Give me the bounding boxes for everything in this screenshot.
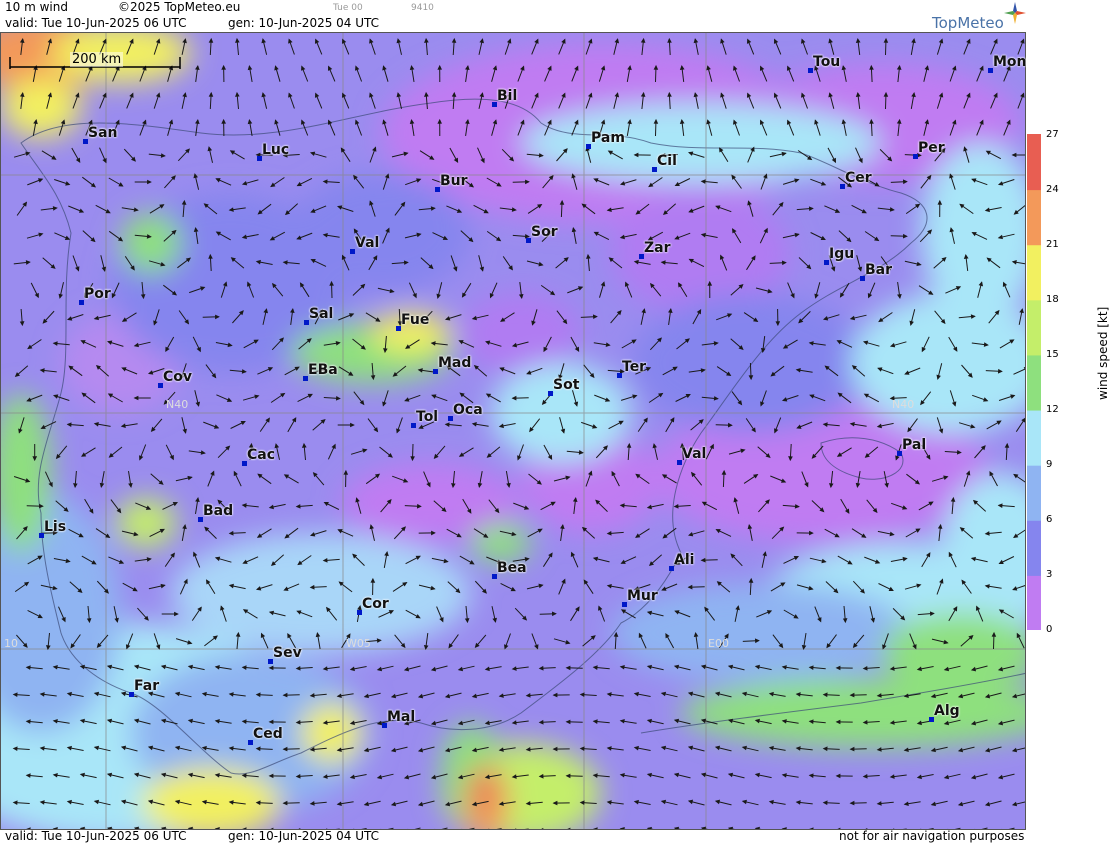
city-label: Mad — [438, 355, 472, 371]
legend-tick-label: 6 — [1046, 514, 1053, 525]
colorbar-segment — [1027, 464, 1041, 521]
lon-label-w10: 10 — [4, 637, 18, 650]
footer-notice: not for air navigation purposes — [839, 829, 1025, 843]
city-label: Cov — [163, 369, 193, 385]
city-label: EBa — [308, 362, 338, 378]
wind-arrow-head — [619, 826, 625, 829]
lon-label-w05: W05 — [346, 637, 371, 650]
colorbar-segment — [1027, 574, 1041, 630]
legend-tick-label: 12 — [1046, 404, 1059, 415]
wind-arrow-head — [187, 826, 193, 829]
wind-map[interactable] — [0, 32, 1026, 830]
city-label: Mon — [993, 54, 1027, 70]
legend-tick-label: 3 — [1046, 569, 1053, 580]
legend-tick-label: 21 — [1046, 239, 1059, 250]
city-label: San — [88, 125, 118, 141]
wind-arrow — [524, 828, 529, 829]
legend-tick-label: 9 — [1046, 459, 1053, 470]
wind-arrow-head — [781, 827, 787, 829]
city-label: Cer — [845, 170, 872, 186]
city-label: Bil — [497, 88, 518, 104]
legend-tick-label: 0 — [1046, 624, 1053, 635]
generated-time: gen: 10-Jun-2025 04 UTC — [228, 16, 380, 30]
footer-valid-time: valid: Tue 10-Jun-2025 06 UTC — [5, 829, 187, 843]
city-label: Tol — [416, 409, 439, 425]
legend-tick-label: 27 — [1046, 129, 1059, 140]
city-label: Ali — [674, 552, 695, 568]
wind-arrow — [809, 828, 813, 829]
legend-tick-label: 24 — [1046, 184, 1059, 195]
run-label: Tue 00 — [333, 3, 363, 13]
wind-arrow-head — [754, 826, 760, 829]
compass-icon — [1004, 2, 1026, 24]
city-label: Per — [918, 140, 945, 156]
city-label: Sor — [531, 224, 558, 240]
lon-label-e00: E00 — [708, 637, 729, 650]
scale-bar-label: 200 km — [70, 52, 124, 67]
wind-arrow-head — [514, 828, 517, 829]
topmeteo-logo[interactable]: TopMeteo — [932, 14, 1004, 32]
colorbar-segment — [1027, 299, 1041, 356]
city-label: Tou — [813, 54, 841, 70]
legend-tick-label: 18 — [1046, 294, 1059, 305]
wind-arrow — [593, 828, 597, 829]
city-label: Val — [355, 235, 380, 251]
valid-time: valid: Tue 10-Jun-2025 06 UTC — [5, 16, 187, 30]
city-label: Alg — [934, 703, 960, 719]
city-label: Pal — [902, 437, 927, 453]
wind-arrow-head — [488, 828, 490, 829]
city-label: Cor — [362, 596, 389, 612]
wind-field — [1, 33, 1025, 829]
city-label: Bur — [440, 173, 468, 189]
city-label: Cil — [657, 153, 677, 169]
lat-label-left: N40 — [166, 398, 189, 411]
wind-speed-colorbar — [1027, 134, 1041, 630]
city-label: Oca — [453, 402, 483, 418]
city-label: Mur — [627, 588, 658, 604]
legend-title: wind speed [kt] — [1096, 306, 1110, 400]
wind-arrow-head — [673, 826, 680, 829]
city-label: Lis — [44, 519, 67, 535]
city-label: Val — [682, 446, 707, 462]
colorbar-segment — [1027, 244, 1041, 301]
city-label: Igu — [829, 246, 855, 262]
colorbar-segment — [1027, 189, 1041, 246]
copyright: ©2025 TopMeteo.eu — [118, 0, 241, 14]
city-label: Bad — [203, 503, 234, 519]
city-label: Por — [84, 286, 111, 302]
city-label: Sev — [273, 645, 302, 661]
wind-arrow-head — [727, 826, 734, 829]
city-label: Cac — [247, 447, 276, 463]
colorbar-segment — [1027, 134, 1041, 191]
wind-arrow-head — [700, 826, 707, 829]
city-label: Ter — [622, 359, 647, 375]
lat-label-right: N40 — [892, 398, 915, 411]
footer-generated-time: gen: 10-Jun-2025 04 UTC — [228, 829, 380, 843]
city-label: Luc — [262, 142, 290, 158]
colorbar-segment — [1027, 519, 1041, 576]
city-label: Ced — [253, 726, 283, 742]
city-label: Far — [134, 678, 160, 694]
city-label: Sal — [309, 306, 334, 322]
city-label: Bea — [497, 560, 527, 576]
city-label: Fue — [401, 312, 430, 328]
city-label: Mal — [387, 709, 416, 725]
legend-tick-label: 15 — [1046, 349, 1059, 360]
city-label: Pam — [591, 130, 625, 146]
wind-arrow-head — [646, 826, 652, 829]
city-label: Sot — [553, 377, 580, 393]
city-label: Bar — [865, 262, 893, 278]
product-title: 10 m wind — [5, 0, 68, 14]
run-code: 9410 — [411, 3, 434, 13]
city-label: Zar — [644, 240, 671, 256]
colorbar-segment — [1027, 354, 1041, 411]
colorbar-segment — [1027, 409, 1041, 466]
